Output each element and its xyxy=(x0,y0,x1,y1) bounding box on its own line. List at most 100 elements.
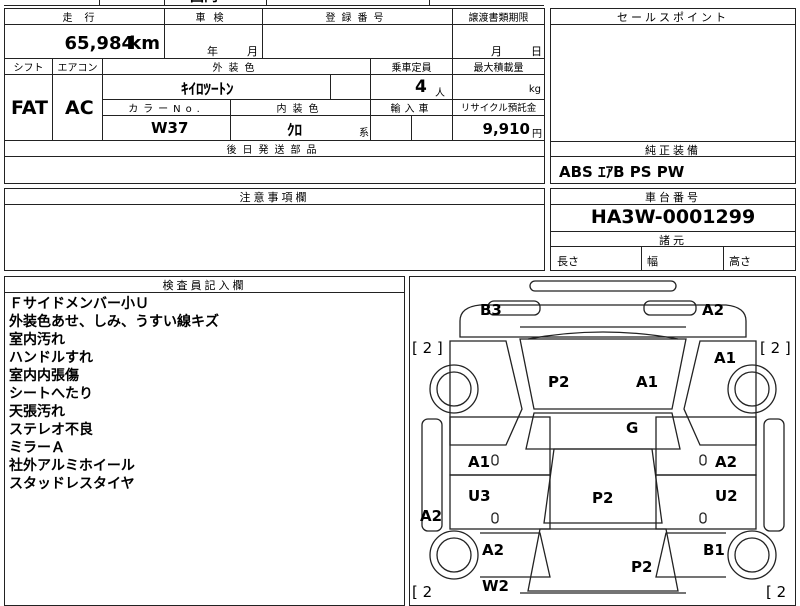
import-cell-b xyxy=(412,116,453,141)
top-strip-text: 国内 xyxy=(190,0,218,4)
shift-cell: FAT xyxy=(5,75,53,141)
interior-color-label: 内装色 xyxy=(231,100,371,116)
max-load-cell: kg xyxy=(453,75,544,100)
tire-mark-bottom-right: [ 2 xyxy=(766,583,787,601)
damage-front-door-left: U3 xyxy=(468,487,491,505)
remark-line: 社外アルミホイール xyxy=(9,458,135,474)
damage-rear-door-right: A2 xyxy=(715,453,738,471)
shift-label: シフト xyxy=(5,59,53,75)
top-strip: 国内 xyxy=(4,0,544,6)
aircon-value: AC xyxy=(65,97,94,119)
mileage-cell: 65,984 km xyxy=(5,25,165,59)
capacity-value: 4 xyxy=(415,77,427,97)
mileage-unit: km xyxy=(129,33,160,54)
remark-line: 外装色あせ、しみ、うすい線キズ xyxy=(9,314,219,330)
damage-rear-left: B3 xyxy=(480,301,502,319)
shift-value: FAT xyxy=(11,97,48,119)
aircon-cell: AC xyxy=(53,75,103,141)
color-no-cell: W37 xyxy=(103,116,231,141)
recycle-cell: 9,910 円 xyxy=(453,116,544,141)
chassis-box: 車台番号 HA3W-0001299 諸元 長さ 幅 高さ xyxy=(550,188,796,271)
damage-front-door-right: U2 xyxy=(715,487,738,505)
exterior-color-cell: ｷｲﾛﾂｰﾄﾝ xyxy=(103,75,331,100)
exterior-color-label: 外装色 xyxy=(103,59,371,75)
chassis-label: 車台番号 xyxy=(551,189,795,205)
damage-rear-glass-left: P2 xyxy=(548,373,570,391)
remark-line: ステレオ不良 xyxy=(9,422,93,438)
recycle-value: 9,910 xyxy=(482,120,530,138)
inspector-remarks: Ｆサイドメンバー小Ｕ 外装色あせ、しみ、うすい線キズ 室内汚れ ハンドルすれ 室… xyxy=(9,295,219,493)
damage-quarter-right: A1 xyxy=(714,349,737,367)
remark-line: 室内汚れ xyxy=(9,332,65,348)
damage-fender-right: B1 xyxy=(703,541,725,559)
notes-value xyxy=(5,205,544,270)
interior-color-cell: ｸﾛ 系 xyxy=(231,116,371,141)
car-diagram-svg xyxy=(421,280,785,594)
registration-label: 登録番号 xyxy=(263,9,453,25)
transfer-month-unit: 月 xyxy=(491,45,502,58)
remark-line: ハンドルすれ xyxy=(9,350,93,366)
damage-fender-left: A2 xyxy=(482,541,505,559)
sales-point-value xyxy=(551,25,795,141)
tire-mark-bottom-left: [ 2 xyxy=(412,583,433,601)
remark-line: Ｆサイドメンバー小Ｕ xyxy=(9,296,149,312)
aircon-label: エアコン xyxy=(53,59,103,75)
standard-equipment-label: 純正装備 xyxy=(551,141,795,157)
remark-line: 天張汚れ xyxy=(9,404,65,420)
damage-side-sill-left: A2 xyxy=(420,507,443,525)
transfer-deadline-label: 譲渡書類期限 xyxy=(453,9,544,25)
notes-box: 注意事項欄 xyxy=(4,188,545,271)
remark-line: 室内内張傷 xyxy=(9,368,79,384)
dim-height-label: 高さ xyxy=(729,255,751,268)
registration-cell xyxy=(263,25,453,59)
max-load-unit: kg xyxy=(528,84,541,95)
capacity-label: 乗車定員 xyxy=(371,59,453,75)
mileage-label: 走行 xyxy=(5,9,165,25)
remark-line: スタッドレスタイヤ xyxy=(9,476,135,492)
inspection-cell: 年 月 xyxy=(165,25,263,59)
damage-rear-door-left: A1 xyxy=(468,453,491,471)
exterior-color-value: ｷｲﾛﾂｰﾄﾝ xyxy=(181,80,234,98)
damage-rear-glass-right: A1 xyxy=(636,373,659,391)
dim-width-label: 幅 xyxy=(647,255,658,268)
sales-point-label: セールスポイント xyxy=(551,9,795,25)
tire-mark-top-right: [ 2 ] xyxy=(760,339,791,357)
exterior-color-extra xyxy=(331,75,371,100)
vehicle-info-table: 走行 車検 登録番号 譲渡書類期限 65,984 km 年 月 月 日 シフト … xyxy=(4,8,545,184)
damage-center: P2 xyxy=(592,489,614,507)
remark-line: ミラーＡ xyxy=(9,440,65,456)
remark-line: シートへたり xyxy=(9,386,93,402)
dim-length-label: 長さ xyxy=(557,255,579,268)
sales-point-box: セールスポイント 純正装備 ABS ｴｱB PS PW xyxy=(550,8,796,184)
inspection-label: 車検 xyxy=(165,9,263,25)
capacity-cell: 4 人 xyxy=(371,75,453,100)
damage-windshield: P2 xyxy=(631,558,653,576)
damage-rear-right: A2 xyxy=(702,301,725,319)
damage-roof: G xyxy=(626,419,639,437)
inspector-box: 検査員記入欄 Ｆサイドメンバー小Ｕ 外装色あせ、しみ、うすい線キズ 室内汚れ ハ… xyxy=(4,276,405,606)
notes-label: 注意事項欄 xyxy=(5,189,544,205)
dimensions-label: 諸元 xyxy=(551,231,795,247)
transfer-deadline-cell: 月 日 xyxy=(453,25,544,59)
import-label: 輸入車 xyxy=(371,100,453,116)
inspection-month-unit: 月 xyxy=(247,45,258,58)
inspection-year-unit: 年 xyxy=(207,45,218,58)
max-load-label: 最大積載量 xyxy=(453,59,544,75)
later-parts-value xyxy=(5,157,544,183)
interior-color-value: ｸﾛ xyxy=(287,121,303,139)
color-no-label: カラーNo. xyxy=(103,100,231,116)
import-cell-a xyxy=(371,116,412,141)
transfer-day-unit: 日 xyxy=(531,45,542,58)
standard-equipment-value: ABS ｴｱB PS PW xyxy=(559,163,685,181)
tire-mark-top-left: [ 2 ] xyxy=(412,339,443,357)
car-diagram-box: [ 2 ] [ 2 ] [ 2 [ 2 B3 A2 P2 A1 A1 G A1 … xyxy=(409,276,796,606)
recycle-unit: 円 xyxy=(532,129,542,140)
damage-front-left: W2 xyxy=(482,577,509,595)
capacity-unit: 人 xyxy=(435,88,445,99)
mileage-value: 65,984 xyxy=(64,33,134,54)
interior-color-suffix: 系 xyxy=(359,128,369,139)
chassis-value: HA3W-0001299 xyxy=(590,206,756,228)
later-parts-label: 後日発送部品 xyxy=(5,141,544,157)
recycle-label: リサイクル預託金 xyxy=(453,100,544,116)
color-no-value: W37 xyxy=(151,119,189,137)
